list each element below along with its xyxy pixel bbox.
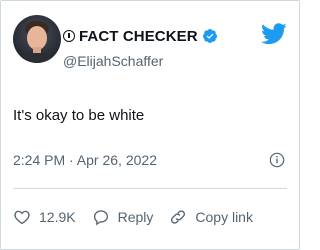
- tweet-timestamp[interactable]: 2:24 PM · Apr 26, 2022: [13, 152, 157, 168]
- tweet-text: It's okay to be white: [13, 107, 145, 124]
- reply-button[interactable]: Reply: [92, 208, 154, 226]
- copy-link-button[interactable]: Copy link: [169, 208, 253, 226]
- reply-label: Reply: [117, 209, 154, 225]
- twitter-bird-icon[interactable]: [261, 23, 287, 45]
- reply-bubble-icon: [93, 210, 108, 226]
- heart-icon: [14, 210, 30, 225]
- tweet-actions: 12.9K Reply Copy link: [13, 208, 269, 226]
- like-count: 12.9K: [39, 209, 76, 225]
- author-handle[interactable]: @ElijahSchaffer: [63, 53, 163, 69]
- author-name-row[interactable]: FACT CHECKER: [63, 27, 218, 45]
- like-button[interactable]: 12.9K: [13, 208, 76, 226]
- info-icon[interactable]: [269, 152, 285, 168]
- divider: [13, 188, 287, 189]
- avatar[interactable]: [13, 15, 61, 63]
- verified-badge-icon: [202, 29, 217, 43]
- display-name[interactable]: FACT CHECKER: [79, 28, 198, 45]
- link-icon: [171, 210, 186, 224]
- avatar-image: [13, 15, 61, 63]
- copy-link-label: Copy link: [195, 209, 253, 225]
- tweet-card[interactable]: FACT CHECKER @ElijahSchaffer It's okay t…: [0, 0, 300, 250]
- circled-info-icon: [63, 30, 75, 42]
